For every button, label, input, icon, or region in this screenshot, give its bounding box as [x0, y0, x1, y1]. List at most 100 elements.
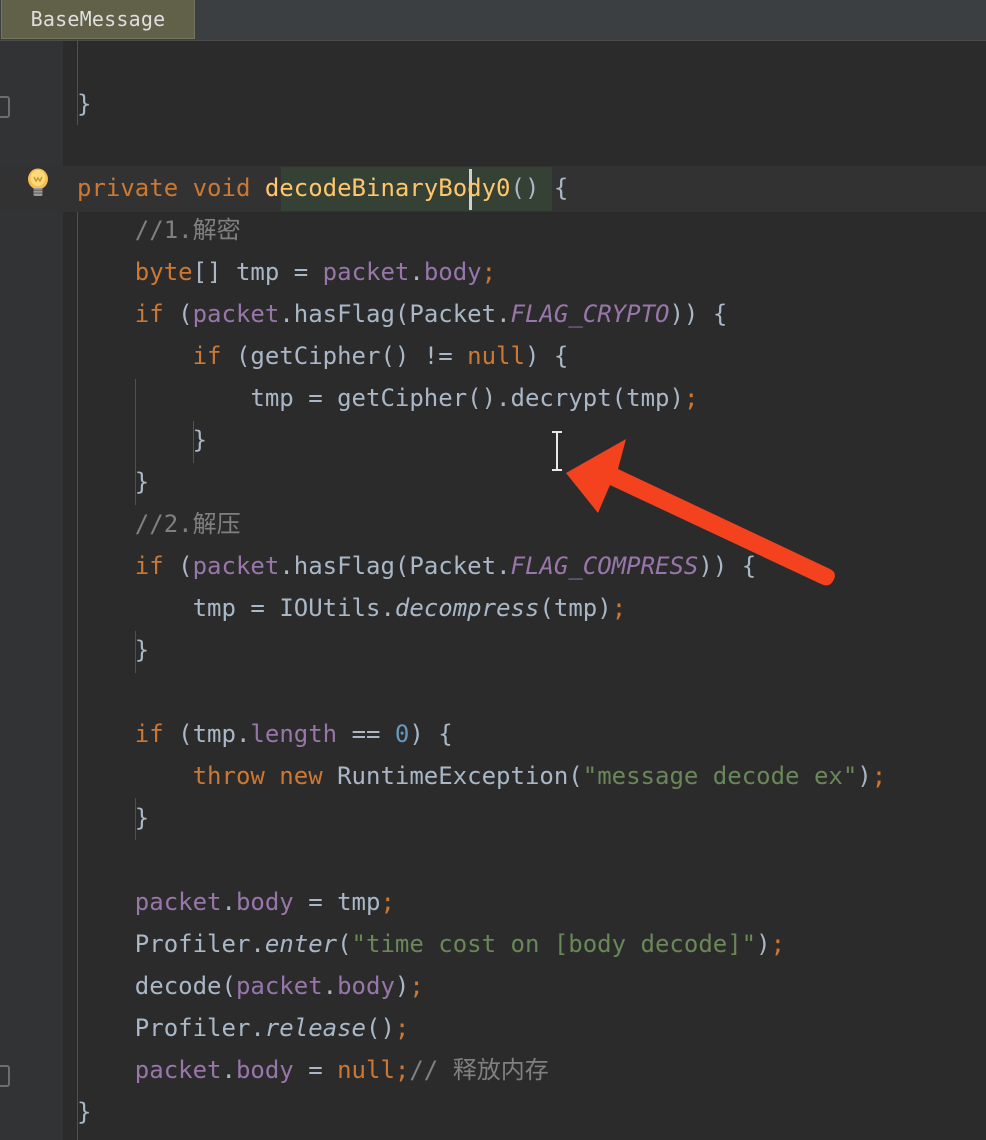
- code-token: Packet: [409, 552, 497, 580]
- code-token: )): [669, 300, 713, 328]
- code-line[interactable]: if (tmp.length == 0) {: [135, 713, 453, 755]
- code-line[interactable]: tmp = IOUtils.decompress(tmp);: [193, 587, 627, 629]
- code-token: )): [698, 552, 742, 580]
- code-line[interactable]: }: [77, 83, 91, 125]
- code-line[interactable]: if (getCipher() != null) {: [193, 335, 569, 377]
- code-token: if: [192, 342, 222, 370]
- text-ibeam-cursor: [549, 431, 565, 471]
- code-token: (: [568, 762, 583, 790]
- code-token: (: [221, 342, 251, 370]
- code-line[interactable]: byte[] tmp = packet.body;: [135, 251, 496, 293]
- code-token: packet: [322, 258, 410, 286]
- code-line[interactable]: //2.解压: [135, 503, 241, 545]
- code-line[interactable]: decode(packet.body);: [135, 965, 424, 1007]
- code-token: (): [366, 1014, 395, 1042]
- code-token: ;: [394, 1014, 410, 1042]
- code-token: FLAG_CRYPTO: [510, 300, 670, 328]
- code-token: packet: [134, 888, 222, 916]
- code-line[interactable]: }: [135, 629, 149, 671]
- code-token: {: [741, 552, 757, 580]
- code-token: []: [192, 258, 236, 286]
- code-token: getCipher: [250, 342, 381, 370]
- code-line[interactable]: tmp = getCipher().decrypt(tmp);: [250, 377, 698, 419]
- code-token: {: [553, 342, 569, 370]
- code-token: ): [857, 762, 872, 790]
- code-token: ==: [337, 720, 395, 748]
- code-line[interactable]: if (packet.hasFlag(Packet.FLAG_COMPRESS)…: [135, 545, 756, 587]
- code-token: "message decode ex": [582, 762, 858, 790]
- code-editor[interactable]: } private void decodeBinaryBody0() { //1.解…: [0, 41, 986, 1140]
- code-line[interactable]: }: [135, 797, 149, 839]
- code-token: =: [293, 1056, 338, 1084]
- code-token: ): [669, 384, 684, 412]
- code-token: RuntimeException: [337, 762, 569, 790]
- code-token: tmp: [192, 720, 236, 748]
- code-line[interactable]: }: [193, 419, 207, 461]
- code-token: () !=: [380, 342, 468, 370]
- code-token: length: [250, 720, 338, 748]
- code-token: throw: [192, 762, 265, 790]
- indent-guide: [135, 631, 136, 673]
- code-token: =: [293, 888, 338, 916]
- code-line[interactable]: throw new RuntimeException("message deco…: [193, 755, 887, 797]
- code-line[interactable]: if (packet.hasFlag(Packet.FLAG_CRYPTO)) …: [135, 293, 728, 335]
- code-token: ().: [467, 384, 511, 412]
- code-token: //1.解密: [134, 216, 241, 244]
- code-line[interactable]: }: [77, 1091, 91, 1133]
- editor-tab-strip: BaseMessage: [0, 0, 986, 41]
- code-token: // 释放内存: [409, 1056, 549, 1084]
- code-token: tmp: [337, 888, 381, 916]
- code-token: (: [539, 594, 554, 622]
- code-token: if: [134, 720, 164, 748]
- code-line[interactable]: Profiler.release();: [135, 1007, 410, 1049]
- code-token: tmp: [626, 384, 670, 412]
- code-token: {: [553, 174, 569, 202]
- code-token: ;: [683, 384, 699, 412]
- code-token: (: [163, 552, 193, 580]
- code-token: ): [409, 720, 439, 748]
- code-token: decodeBinaryBody0: [264, 174, 511, 202]
- code-token: }: [77, 1098, 92, 1126]
- code-line[interactable]: Profiler.enter("time cost on [body decod…: [135, 923, 785, 965]
- code-token: IOUtils: [279, 594, 381, 622]
- code-line[interactable]: packet.body = null;// 释放内存: [135, 1049, 549, 1091]
- code-line[interactable]: packet.body = tmp;: [135, 881, 395, 923]
- code-token: .: [279, 552, 294, 580]
- code-token: {: [712, 300, 728, 328]
- code-token: =: [293, 384, 338, 412]
- indent-guide: [135, 379, 136, 505]
- code-token: ;: [394, 1056, 410, 1084]
- code-token: =: [235, 594, 280, 622]
- code-token: (: [163, 300, 193, 328]
- code-token: "time cost on [body decode]": [351, 930, 757, 958]
- code-token: .: [279, 300, 294, 328]
- indent-guide: [77, 41, 78, 125]
- code-line[interactable]: private void decodeBinaryBody0() {: [77, 167, 568, 209]
- code-token: body: [235, 888, 294, 916]
- code-line[interactable]: //1.解密: [135, 209, 241, 251]
- code-token: FLAG_COMPRESS: [510, 552, 699, 580]
- code-content[interactable]: } private void decodeBinaryBody0() { //1.解…: [0, 41, 986, 1140]
- code-token: }: [134, 636, 150, 664]
- code-token: ;: [871, 762, 887, 790]
- code-token: {: [438, 720, 453, 748]
- code-token: //2.解压: [134, 510, 241, 538]
- code-line[interactable]: }: [135, 461, 149, 503]
- code-token: packet: [134, 1056, 222, 1084]
- code-token: }: [77, 90, 92, 118]
- code-token: .: [496, 552, 511, 580]
- code-token: ;: [380, 888, 395, 916]
- code-token: byte: [134, 258, 193, 286]
- editor-tab-basemessage[interactable]: BaseMessage: [1, 0, 195, 39]
- code-token: .: [250, 930, 265, 958]
- code-token: if: [134, 552, 164, 580]
- indent-guide: [77, 212, 78, 1140]
- code-token: .: [221, 888, 236, 916]
- code-token: .: [496, 300, 511, 328]
- code-token: body: [337, 972, 395, 1000]
- code-token: hasFlag: [293, 552, 395, 580]
- code-token: tmp: [235, 258, 280, 286]
